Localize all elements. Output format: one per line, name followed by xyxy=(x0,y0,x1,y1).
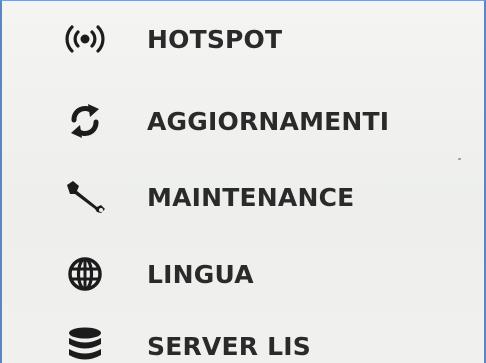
hotspot-icon xyxy=(62,16,108,62)
wrench-icon xyxy=(62,174,108,220)
menu-item-label: LINGUA xyxy=(147,259,254,289)
settings-menu-screen: HOTSPOT AGGIORNAMENTI MAINTENANCE LINGUA… xyxy=(0,0,486,363)
menu-item-label: AGGIORNAMENTI xyxy=(147,106,390,136)
menu-item-label: MAINTENANCE xyxy=(147,182,355,212)
globe-icon xyxy=(62,251,108,297)
database-icon xyxy=(62,323,108,363)
menu-item-label: SERVER LIS xyxy=(147,331,311,361)
menu-item-aggiornamenti[interactable]: AGGIORNAMENTI xyxy=(2,91,472,151)
screen-speck xyxy=(458,158,461,160)
menu-item-hotspot[interactable]: HOTSPOT xyxy=(2,9,472,69)
menu-item-maintenance[interactable]: MAINTENANCE xyxy=(2,167,472,227)
refresh-icon xyxy=(62,98,108,144)
menu-item-lingua[interactable]: LINGUA xyxy=(2,244,472,304)
menu-item-server-lis[interactable]: SERVER LIS xyxy=(2,316,472,363)
menu-item-label: HOTSPOT xyxy=(147,24,283,54)
